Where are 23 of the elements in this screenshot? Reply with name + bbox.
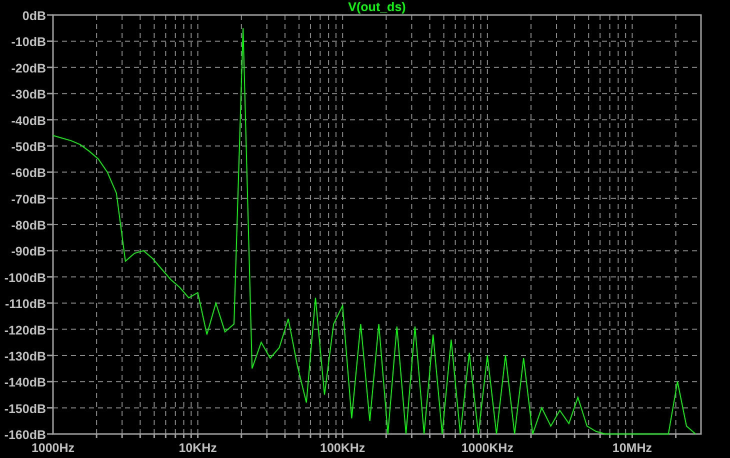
axis-tick-label: 0dB: [22, 9, 46, 23]
axis-tick-label: -80dB: [11, 218, 46, 232]
axis-tick-label: -10dB: [11, 35, 46, 50]
axis-tick-label: 10MHz: [612, 441, 652, 455]
axis-tick-label: 100KHz: [320, 441, 366, 455]
axis-tick-label: -140dB: [4, 376, 46, 390]
axis-tick-label: -160dB: [4, 428, 46, 442]
axis-tick-label: 1000Hz: [31, 441, 75, 455]
axis-tick-label: -90dB: [11, 244, 46, 259]
axis-tick-label: -20dB: [11, 61, 46, 76]
axis-tick-label: -70dB: [11, 192, 46, 206]
axis-tick-label: -50dB: [11, 140, 46, 154]
axis-tick-label: -110dB: [5, 297, 46, 312]
trace-label: V(out_ds): [348, 0, 406, 14]
axis-tick-label: -120dB: [4, 323, 46, 338]
axis-tick-label: -100dB: [4, 270, 46, 285]
axis-tick-label: -40dB: [11, 114, 46, 128]
axis-tick-label: -60dB: [11, 166, 46, 180]
axis-tick-label: -130dB: [4, 349, 46, 364]
axis-tick-label: 10KHz: [178, 441, 217, 455]
axis-tick-label: -30dB: [11, 88, 46, 102]
axis-tick-label: -150dB: [4, 402, 46, 416]
axis-tick-label: 1000KHz: [461, 441, 514, 455]
